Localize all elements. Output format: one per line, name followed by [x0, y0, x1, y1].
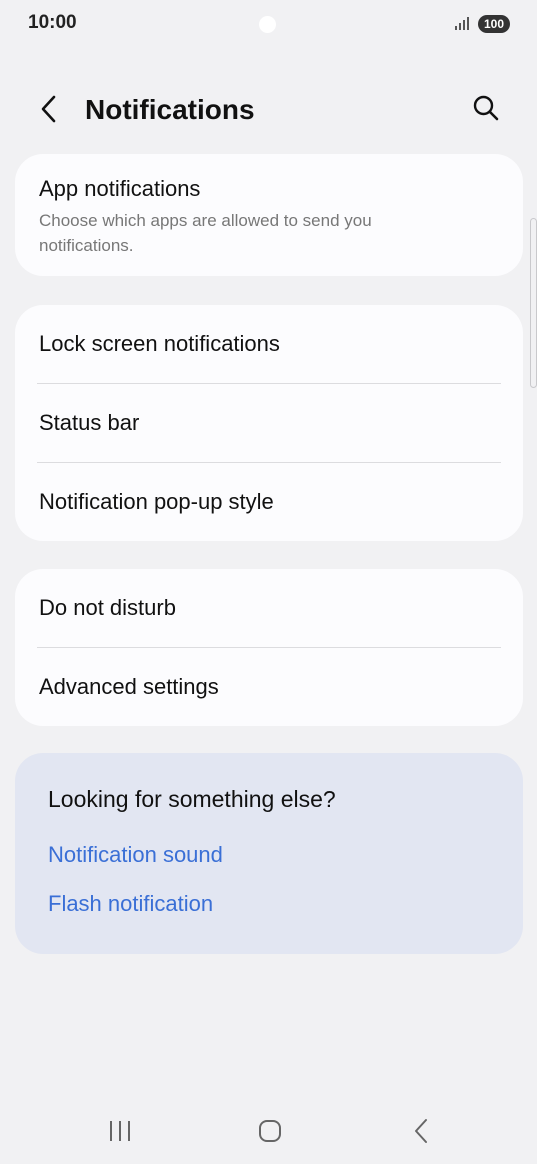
status-bar-item[interactable]: Status bar [15, 384, 523, 462]
page-title: Notifications [85, 94, 255, 125]
advanced-settings-item[interactable]: Advanced settings [15, 648, 523, 726]
home-button[interactable] [250, 1118, 290, 1148]
back-button[interactable] [32, 94, 66, 128]
app-bar: Notifications [0, 80, 537, 140]
search-button[interactable] [468, 92, 504, 128]
notification-popup-style-item[interactable]: Notification pop-up style [15, 463, 523, 541]
status-bar-label: Status bar [39, 410, 140, 435]
lock-screen-notifications-label: Lock screen notifications [39, 331, 280, 356]
camera-cutout [259, 16, 276, 33]
recent-apps-icon [108, 1119, 132, 1148]
notification-popup-style-label: Notification pop-up style [39, 489, 274, 514]
battery-icon: 100 [478, 15, 510, 33]
scrollbar[interactable] [530, 218, 537, 388]
status-time: 10:00 [28, 12, 77, 33]
do-not-disturb-item[interactable]: Do not disturb [15, 569, 523, 647]
app-notifications-title: App notifications [39, 176, 201, 201]
do-not-disturb-label: Do not disturb [39, 595, 176, 620]
settings-group-two: Do not disturb Advanced settings [15, 569, 523, 726]
lock-screen-notifications-item[interactable]: Lock screen notifications [15, 305, 523, 383]
advanced-settings-label: Advanced settings [39, 674, 219, 699]
signal-icon [455, 16, 471, 35]
chevron-left-icon [40, 95, 58, 128]
nav-back-button[interactable] [401, 1118, 441, 1148]
search-icon [472, 94, 500, 127]
back-icon [413, 1118, 429, 1149]
suggestions-card: Looking for something else? Notification… [15, 753, 523, 954]
navigation-bar [0, 1100, 537, 1164]
suggestions-title: Looking for something else? [48, 786, 336, 812]
home-icon [257, 1118, 283, 1149]
notification-sound-link[interactable]: Notification sound [48, 842, 223, 868]
settings-group-one: Lock screen notifications Status bar Not… [15, 305, 523, 541]
app-notifications-subtitle: Choose which apps are allowed to send yo… [39, 211, 372, 255]
recent-apps-button[interactable] [100, 1118, 140, 1148]
flash-notification-link[interactable]: Flash notification [48, 891, 213, 917]
app-notifications-item[interactable]: App notifications Choose which apps are … [15, 154, 523, 276]
status-bar: 10:00 100 [0, 0, 537, 50]
